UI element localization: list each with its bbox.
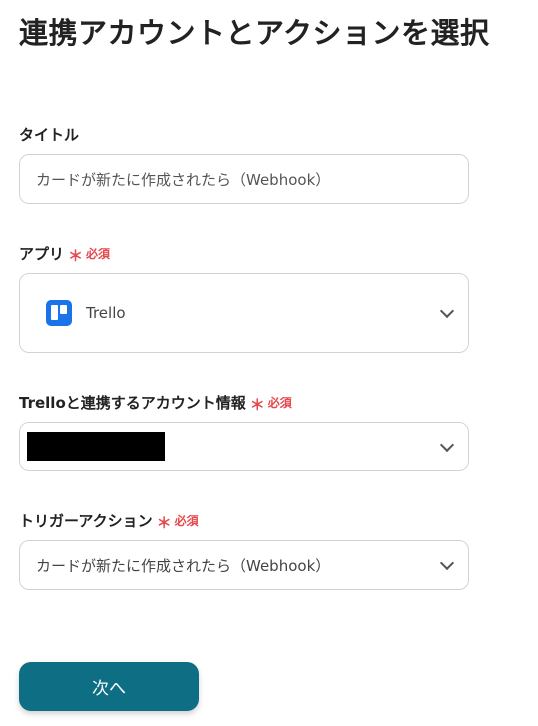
required-badge: ＊ 必須 <box>68 243 111 265</box>
chevron-down-icon[interactable] <box>439 437 455 452</box>
required-text: 必須 <box>267 396 292 410</box>
redacted-account-value <box>27 432 165 461</box>
required-badge: ＊ 必須 <box>249 392 292 414</box>
trigger-select[interactable]: カードが新たに作成されたら（Webhook） <box>19 540 469 590</box>
trigger-label: トリガーアクション ＊ 必須 <box>19 510 199 532</box>
title-input[interactable]: カードが新たに作成されたら（Webhook） <box>19 154 469 204</box>
app-select-value: Trello <box>86 304 126 322</box>
required-text: 必須 <box>174 514 199 528</box>
account-label: Trelloと連携するアカウント情報 ＊ 必須 <box>19 392 292 414</box>
next-button[interactable]: 次へ <box>19 662 199 711</box>
app-label: アプリ ＊ 必須 <box>19 243 111 265</box>
required-mark: ＊ <box>249 396 265 414</box>
trello-logo-icon <box>46 300 72 326</box>
account-label-text: Trelloと連携するアカウント情報 <box>19 394 246 412</box>
account-select[interactable] <box>19 422 469 471</box>
required-mark: ＊ <box>68 247 84 265</box>
app-label-text: アプリ <box>19 245 65 263</box>
trigger-select-value: カードが新たに作成されたら（Webhook） <box>36 556 331 575</box>
required-text: 必須 <box>86 247 111 261</box>
title-label: タイトル <box>19 124 79 145</box>
required-badge: ＊ 必須 <box>156 510 199 532</box>
page-title: 連携アカウントとアクションを選択 <box>19 16 490 50</box>
chevron-down-icon[interactable] <box>439 303 455 319</box>
chevron-down-icon[interactable] <box>439 555 455 571</box>
app-select[interactable]: Trello <box>19 273 469 353</box>
required-mark: ＊ <box>156 514 172 532</box>
trigger-label-text: トリガーアクション <box>19 512 153 530</box>
title-label-text: タイトル <box>19 126 80 144</box>
